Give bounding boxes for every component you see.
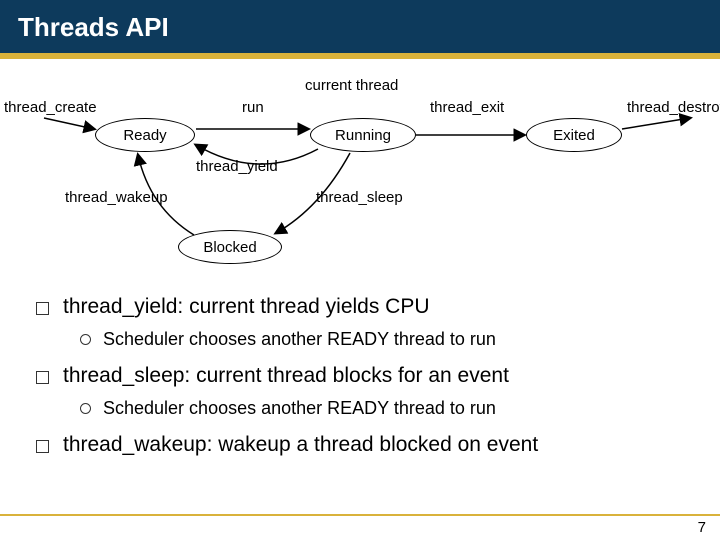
bullet-item: thread_wakeup: wakeup a thread blocked o… bbox=[36, 433, 696, 457]
label-thread-yield: thread_yield bbox=[196, 158, 278, 175]
square-bullet-icon bbox=[36, 302, 49, 315]
label-thread-sleep: thread_sleep bbox=[316, 189, 403, 206]
bullet-text: thread_sleep: current thread blocks for … bbox=[63, 364, 509, 388]
label-thread-create: thread_create bbox=[4, 99, 97, 116]
state-exited: Exited bbox=[526, 118, 622, 152]
state-running: Running bbox=[310, 118, 416, 152]
label-thread-wakeup: thread_wakeup bbox=[65, 189, 168, 206]
circle-bullet-icon bbox=[80, 403, 91, 414]
circle-bullet-icon bbox=[80, 334, 91, 345]
state-diagram: Ready Running Exited Blocked thread_crea… bbox=[0, 63, 720, 273]
slide-title: Threads API bbox=[0, 0, 720, 59]
label-thread-exit: thread_exit bbox=[430, 99, 504, 116]
label-run: run bbox=[242, 99, 264, 116]
page-number: 7 bbox=[698, 519, 706, 536]
bullet-item: thread_sleep: current thread blocks for … bbox=[36, 364, 696, 388]
sub-bullet-text: Scheduler chooses another READY thread t… bbox=[103, 398, 496, 419]
state-ready: Ready bbox=[95, 118, 195, 152]
sub-bullet-text: Scheduler chooses another READY thread t… bbox=[103, 329, 496, 350]
bullet-text: thread_wakeup: wakeup a thread blocked o… bbox=[63, 433, 538, 457]
bullet-item: thread_yield: current thread yields CPU bbox=[36, 295, 696, 319]
footer-rule bbox=[0, 514, 720, 516]
bullet-text: thread_yield: current thread yields CPU bbox=[63, 295, 430, 319]
arrows bbox=[0, 63, 720, 273]
state-blocked: Blocked bbox=[178, 230, 282, 264]
square-bullet-icon bbox=[36, 371, 49, 384]
bullet-list: thread_yield: current thread yields CPU S… bbox=[0, 273, 720, 457]
sub-bullet-item: Scheduler chooses another READY thread t… bbox=[80, 329, 696, 350]
label-thread-destroy: thread_destroy bbox=[627, 99, 720, 116]
label-current-thread: current thread bbox=[305, 77, 398, 94]
sub-bullet-item: Scheduler chooses another READY thread t… bbox=[80, 398, 696, 419]
square-bullet-icon bbox=[36, 440, 49, 453]
